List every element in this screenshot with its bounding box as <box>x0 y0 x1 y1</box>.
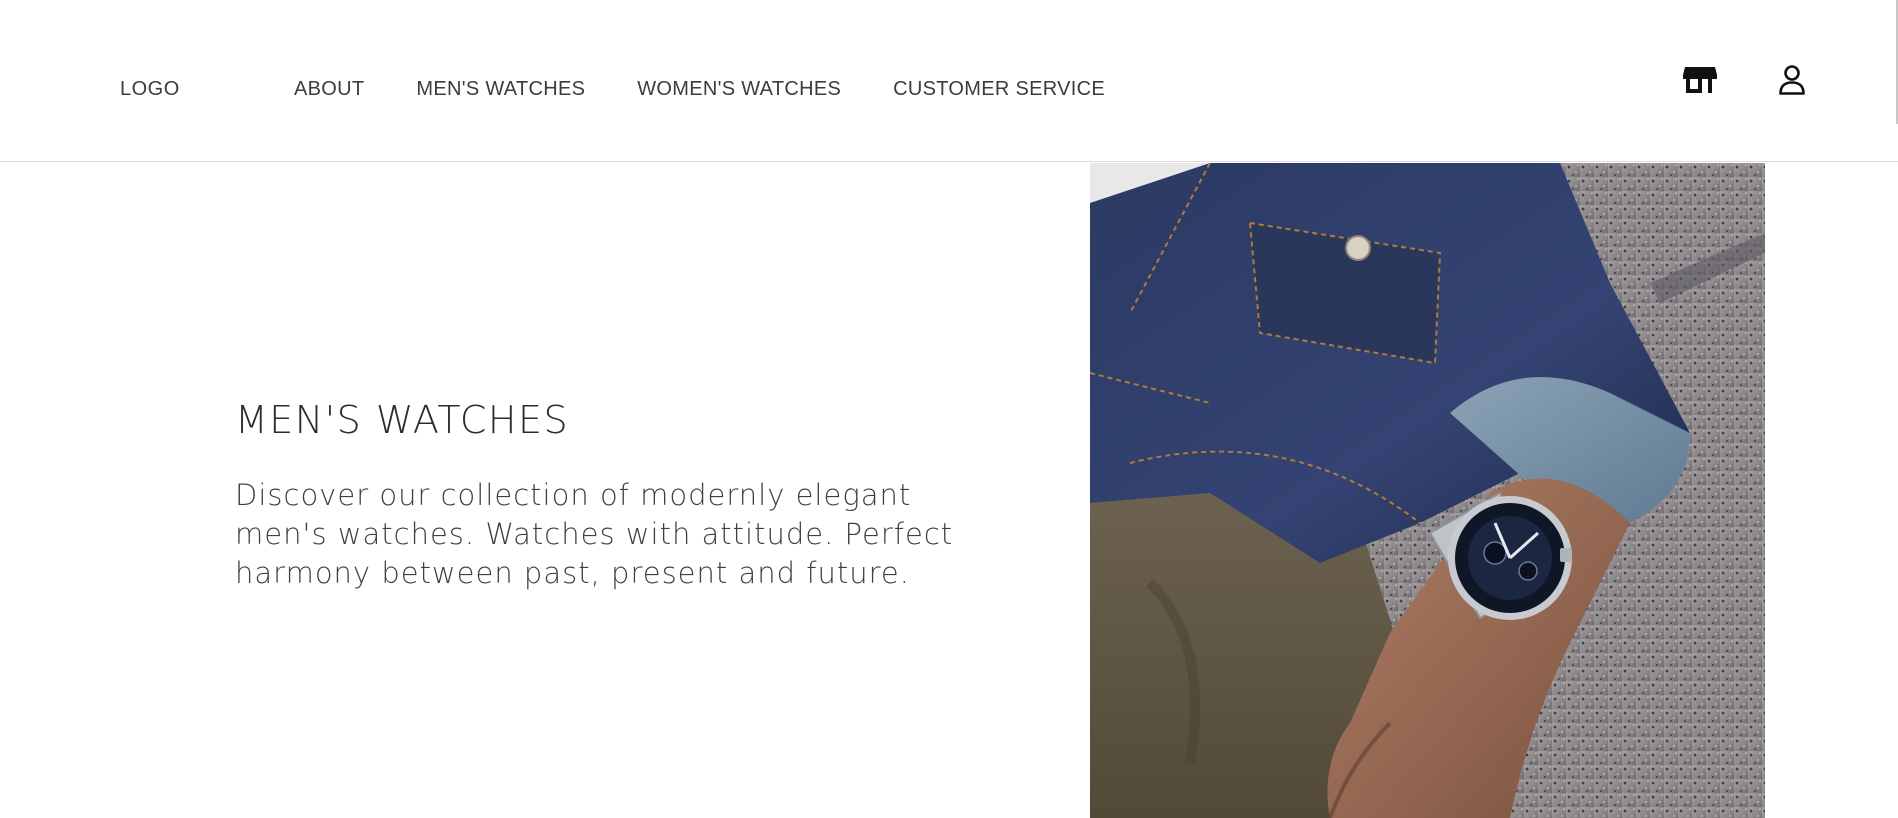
hero-description: Discover our collection of modernly eleg… <box>235 478 954 590</box>
watch-on-wrist-image <box>1090 163 1765 818</box>
hero-image <box>1090 163 1765 818</box>
nav-link-about[interactable]: ABOUT <box>294 78 364 101</box>
logo-link[interactable]: LOGO <box>120 78 180 101</box>
header-icons <box>1680 62 1812 98</box>
account-button[interactable] <box>1772 62 1812 98</box>
site-header: LOGO ABOUT MEN'S WATCHES WOMEN'S WATCHES… <box>0 0 1898 162</box>
page-title: MEN'S WATCHES <box>235 398 570 442</box>
nav-link-mens-watches[interactable]: MEN'S WATCHES <box>416 78 585 101</box>
store-icon <box>1683 67 1717 93</box>
store-button[interactable] <box>1680 62 1720 98</box>
hero-text: MEN'S WATCHES Discover our collection of… <box>235 398 995 593</box>
nav-link-customer-service[interactable]: CUSTOMER SERVICE <box>893 78 1105 101</box>
nav-link-womens-watches[interactable]: WOMEN'S WATCHES <box>637 78 841 101</box>
main-nav: ABOUT MEN'S WATCHES WOMEN'S WATCHES CUST… <box>294 78 1105 101</box>
user-icon <box>1779 65 1805 95</box>
